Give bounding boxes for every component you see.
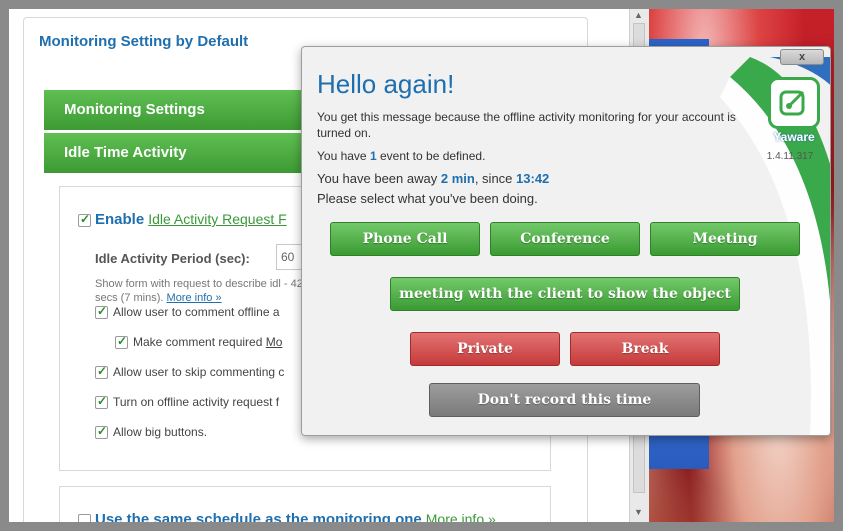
away-since: 13:42 (516, 171, 550, 186)
enable-label: Enable (95, 211, 145, 228)
turn-on-label: Turn on offline activity request f (113, 395, 280, 409)
app-name: Yaware (773, 130, 815, 144)
screen-frame: Monitoring Setting by Default Monitoring… (9, 9, 834, 522)
break-button[interactable]: Break (570, 332, 720, 366)
required-checkbox[interactable] (115, 334, 128, 350)
yaware-logo-icon (779, 90, 805, 116)
away-mid: , since (474, 171, 513, 186)
scroll-down-icon[interactable]: ▼ (634, 507, 643, 517)
events-line: You have 1 event to be defined. (317, 149, 485, 163)
events-prefix: You have (317, 149, 367, 163)
meeting-button[interactable]: Meeting (650, 222, 800, 256)
same-schedule-label: Use the same schedule as the monitoring … (95, 511, 422, 522)
required-more-link[interactable]: Mo (266, 335, 283, 349)
idle-period-label: Idle Activity Period (sec): (95, 251, 250, 266)
app-version: 1.4.11.317 (766, 151, 814, 162)
skip-label: Allow user to skip commenting c (113, 365, 285, 379)
schedule-panel: Use the same schedule as the monitoring … (59, 486, 551, 522)
dont-record-button[interactable]: Don't record this time (429, 383, 700, 417)
enable-row: EnableIdle Activity Request F (78, 211, 287, 228)
option-skip: Allow user to skip commenting c (95, 364, 285, 380)
big-buttons-checkbox[interactable] (95, 424, 108, 440)
phone-call-button[interactable]: Phone Call (330, 222, 480, 256)
same-schedule-checkbox[interactable] (78, 513, 91, 522)
hint-more-link[interactable]: More info » (167, 292, 222, 304)
enable-checkbox[interactable] (78, 212, 91, 227)
scroll-up-icon[interactable]: ▲ (634, 10, 643, 20)
option-turn-on: Turn on offline activity request f (95, 394, 280, 410)
idle-period-hint: Show form with request to describe idl -… (95, 277, 315, 305)
select-prompt: Please select what you've been doing. (317, 191, 538, 206)
idle-request-link[interactable]: Idle Activity Request F (148, 211, 287, 227)
required-label: Make comment required (133, 335, 263, 349)
big-buttons-label: Allow big buttons. (113, 425, 208, 439)
close-button[interactable]: x (780, 49, 824, 65)
meeting-with-client-button[interactable]: meeting with the client to show the obje… (390, 277, 740, 311)
turn-on-checkbox[interactable] (95, 394, 108, 410)
option-comment: Allow user to comment offline a (95, 304, 280, 320)
events-suffix: event to be defined. (379, 149, 486, 163)
same-schedule-more-link[interactable]: More info » (426, 511, 496, 522)
comment-checkbox[interactable] (95, 304, 108, 320)
yaware-popup: x Yaware 1.4.11.317 Hello again! You get… (301, 46, 831, 436)
popup-title: Hello again! (317, 69, 455, 99)
popup-message: You get this message because the offline… (317, 110, 736, 140)
same-schedule-row: Use the same schedule as the monitoring … (78, 511, 496, 522)
option-required: Make comment required Mo (115, 334, 283, 350)
yaware-logo (768, 77, 820, 129)
events-count: 1 (369, 149, 377, 163)
skip-checkbox[interactable] (95, 364, 108, 380)
card-title: Monitoring Setting by Default (39, 33, 249, 50)
conference-button[interactable]: Conference (490, 222, 640, 256)
away-prefix: You have been away (317, 171, 438, 186)
away-duration: 2 min (440, 171, 475, 186)
option-big-buttons: Allow big buttons. (95, 424, 208, 440)
away-line: You have been away 2 min, since 13:42 (317, 171, 549, 186)
private-button[interactable]: Private (410, 332, 560, 366)
comment-label: Allow user to comment offline a (113, 305, 280, 319)
